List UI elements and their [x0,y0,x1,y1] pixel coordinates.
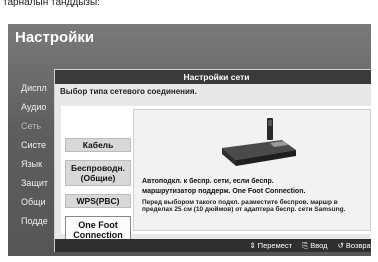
info-panel: Автоподкл. к беспр. сети, если беспр. ма… [133,109,371,231]
return-icon: ↺ [337,241,344,250]
dialog-footer: ⇕Перемест ⎘Ввод ↺Возврат [55,239,371,252]
top-caption-strip: тарналын танддызы: [0,0,378,20]
router-adapter-illustration [222,118,296,166]
wps-pbc-option-button[interactable]: WPS(PBC) [65,194,131,208]
info-description-line1: Автоподкл. к беспр. сети, если беспр. [142,178,274,185]
settings-title: Настройки [15,29,95,46]
dialog-content: Кабель Беспроводн. (Общие) WPS(PBC) One … [61,106,371,243]
dialog-title: Настройки сети [55,70,371,84]
top-caption-text: тарналын танддызы: [3,0,100,8]
cable-option-button[interactable]: Кабель [65,138,131,152]
one-foot-option-label: One Foot Connection [73,219,123,240]
footer-back[interactable]: ↺Возврат [338,241,371,250]
cable-option-label: Кабель [82,140,114,150]
wireless-general-option-button[interactable]: Беспроводн. (Общие) [65,160,131,186]
footer-enter[interactable]: ⎘ Ввод [302,241,329,250]
tv-screen: Настройки Диспл Аудио Сеть Систе Язык За… [8,24,371,256]
footer-move: ⇕ Перемест [249,241,293,250]
updown-arrows-icon: ⇕ [249,241,256,250]
info-description-line2: маршрутизатор поддерж. One Foot Connecti… [142,188,306,195]
info-note: Перед выбором такого подкл. разместите б… [142,199,346,213]
network-settings-dialog: Настройки сети Выбор типа сетевого соеди… [54,69,371,252]
connection-type-list: Кабель Беспроводн. (Общие) WPS(PBC) One … [65,138,131,251]
dialog-subtitle: Выбор типа сетевого соединения. [60,87,197,96]
wireless-option-label: Беспроводн. (Общие) [70,163,126,183]
enter-icon: ⎘ [302,241,309,250]
wps-option-label: WPS(PBC) [76,196,120,206]
